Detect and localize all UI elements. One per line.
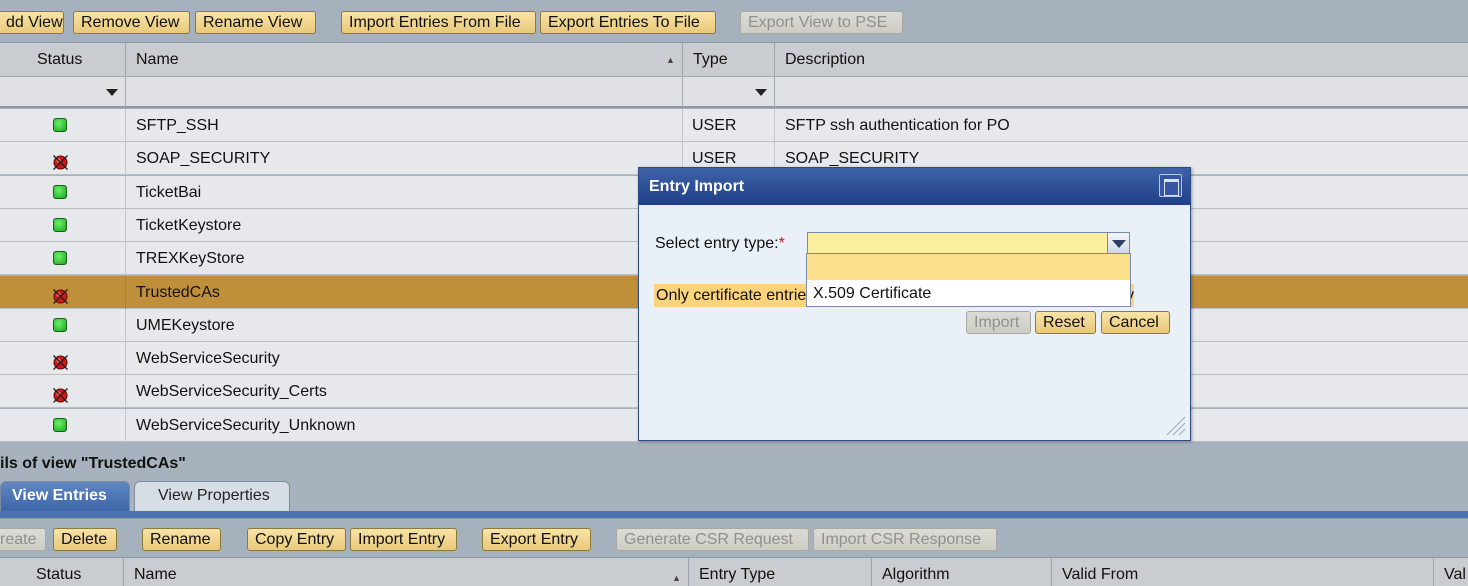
- column-header-status[interactable]: Status: [0, 43, 126, 77]
- rename-entry-button[interactable]: Rename: [142, 528, 221, 551]
- info-message-text: Only certificate entrie: [656, 287, 807, 304]
- status-cell: [0, 275, 126, 309]
- filter-dropdown-icon[interactable]: [755, 89, 767, 96]
- status-filter[interactable]: [0, 77, 126, 108]
- column-header-name[interactable]: Name ▲: [126, 43, 683, 77]
- status-error-icon: [52, 150, 69, 171]
- cancel-button[interactable]: Cancel: [1101, 311, 1170, 334]
- name-cell: UMEKeystore: [126, 308, 683, 342]
- entry-toolbar: reate Delete Rename Copy Entry Import En…: [0, 518, 1468, 558]
- name-cell: TrustedCAs: [126, 275, 683, 309]
- details-title: ils of view "TrustedCAs": [0, 455, 186, 472]
- name-cell: TREXKeyStore: [126, 242, 683, 276]
- name-filter[interactable]: [126, 77, 683, 108]
- dropdown-option-empty[interactable]: [807, 254, 1130, 280]
- entry-column-valid-from[interactable]: Valid From: [1052, 558, 1434, 586]
- import-entries-button[interactable]: Import Entries From File: [341, 11, 536, 34]
- description-filter[interactable]: [775, 77, 1468, 108]
- name-cell: TicketKeystore: [126, 208, 683, 242]
- view-toolbar: dd View Remove View Rename View Import E…: [0, 0, 1468, 43]
- column-header-description[interactable]: Description: [775, 43, 1468, 77]
- status-cell: [0, 242, 126, 276]
- maximize-icon[interactable]: [1159, 174, 1182, 197]
- status-ok-icon: [53, 317, 67, 332]
- tab-view-entries[interactable]: View Entries: [0, 481, 130, 511]
- status-error-icon: [52, 350, 69, 371]
- status-cell: [0, 375, 126, 409]
- generate-csr-button[interactable]: Generate CSR Request: [616, 528, 809, 551]
- entry-type-label-text: Select entry type:: [655, 235, 779, 252]
- copy-entry-button[interactable]: Copy Entry: [247, 528, 346, 551]
- name-cell: TicketBai: [126, 175, 683, 209]
- remove-view-button[interactable]: Remove View: [73, 11, 190, 34]
- export-entry-button[interactable]: Export Entry: [482, 528, 591, 551]
- rename-view-button[interactable]: Rename View: [195, 11, 316, 34]
- required-marker: *: [778, 235, 785, 252]
- type-cell: USER: [683, 109, 775, 142]
- chevron-down-icon[interactable]: [1107, 233, 1129, 255]
- name-cell: WebServiceSecurity_Certs: [126, 375, 683, 409]
- sort-ascending-icon[interactable]: ▲: [666, 56, 675, 65]
- export-entries-button[interactable]: Export Entries To File: [540, 11, 716, 34]
- entry-column-algorithm[interactable]: Algorithm: [872, 558, 1052, 586]
- type-filter[interactable]: [683, 77, 775, 108]
- name-cell: WebServiceSecurity_Unknown: [126, 408, 683, 442]
- delete-entry-button[interactable]: Delete: [53, 528, 117, 551]
- entry-type-dropdown-list: X.509 Certificate: [806, 253, 1131, 307]
- name-cell: SOAP_SECURITY: [126, 142, 683, 176]
- export-pse-button[interactable]: Export View to PSE: [740, 11, 903, 34]
- tab-strip: [0, 511, 1468, 518]
- status-cell: [0, 142, 126, 176]
- entry-column-name-label: Name: [134, 566, 177, 583]
- status-ok-icon: [53, 118, 67, 132]
- status-cell: [0, 342, 126, 376]
- import-csr-button[interactable]: Import CSR Response: [813, 528, 997, 551]
- table-row[interactable]: SFTP_SSH USER SFTP ssh authentication for …: [0, 109, 1468, 142]
- status-ok-icon: [53, 417, 67, 432]
- entry-column-valid-to[interactable]: Val: [1434, 558, 1468, 586]
- name-cell: SFTP_SSH: [126, 109, 683, 142]
- import-button[interactable]: Import: [966, 311, 1031, 334]
- entry-column-name[interactable]: Name ▲: [124, 558, 689, 586]
- add-view-button[interactable]: dd View: [0, 11, 64, 34]
- status-cell: [0, 175, 126, 209]
- dialog-title: Entry Import: [639, 168, 1190, 205]
- entry-column-status[interactable]: Status: [0, 558, 124, 586]
- filter-dropdown-icon[interactable]: [106, 89, 118, 96]
- status-ok-icon: [53, 251, 67, 266]
- sort-ascending-icon[interactable]: ▲: [672, 574, 681, 583]
- import-entry-button[interactable]: Import Entry: [350, 528, 457, 551]
- resize-grip-icon[interactable]: [1164, 414, 1186, 436]
- status-cell: [0, 408, 126, 442]
- column-header-type[interactable]: Type: [683, 43, 775, 77]
- create-entry-button[interactable]: reate: [0, 528, 46, 551]
- status-cell: [0, 109, 126, 142]
- status-error-icon: [52, 383, 69, 404]
- tab-view-properties[interactable]: View Properties: [134, 481, 290, 511]
- column-header-name-label: Name: [136, 51, 179, 68]
- entry-column-entry-type[interactable]: Entry Type: [689, 558, 872, 586]
- status-cell: [0, 308, 126, 342]
- name-cell: WebServiceSecurity: [126, 342, 683, 376]
- status-ok-icon: [53, 184, 67, 199]
- description-cell: SFTP ssh authentication for PO: [785, 117, 1010, 134]
- status-ok-icon: [53, 217, 67, 232]
- status-cell: [0, 208, 126, 242]
- reset-button[interactable]: Reset: [1035, 311, 1096, 334]
- entry-type-label: Select entry type:*: [655, 235, 785, 253]
- dropdown-option-x509[interactable]: X.509 Certificate: [813, 283, 931, 305]
- status-error-icon: [52, 284, 69, 304]
